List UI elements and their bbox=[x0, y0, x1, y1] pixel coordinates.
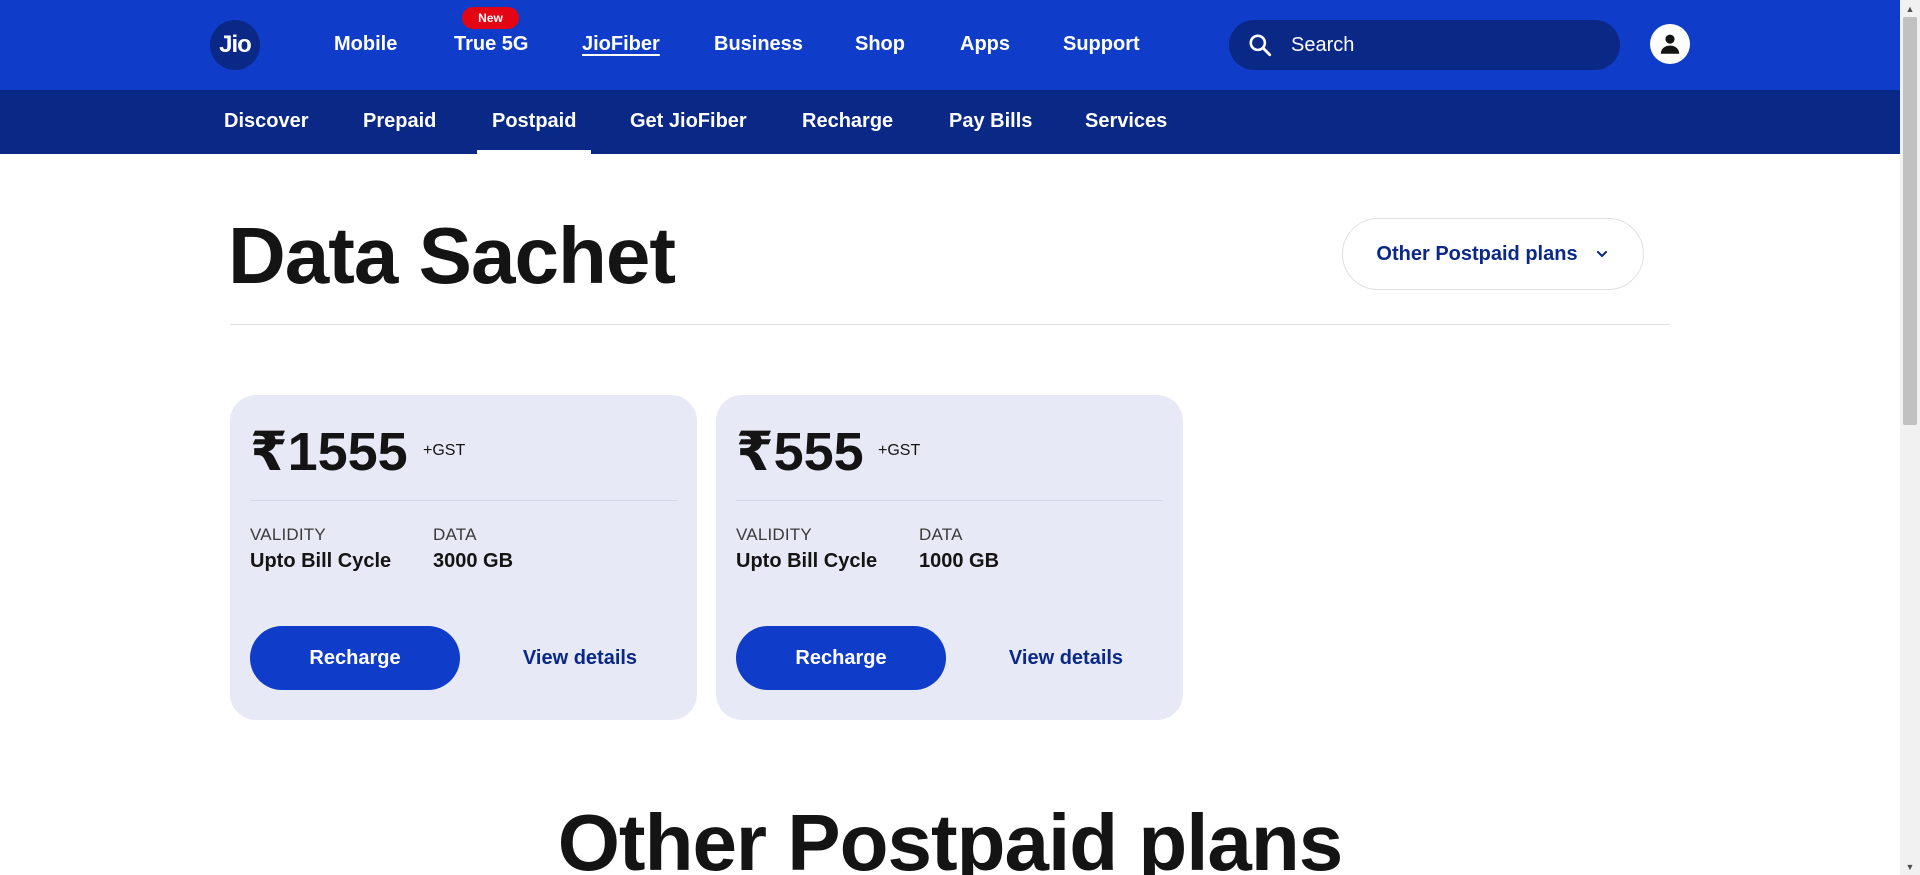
section-title: Other Postpaid plans bbox=[557, 798, 1344, 875]
profile-button[interactable] bbox=[1650, 24, 1690, 64]
subnav-item-postpaid[interactable]: Postpaid bbox=[492, 110, 576, 133]
active-tab-indicator bbox=[477, 150, 591, 154]
validity-value: Upto Bill Cycle bbox=[736, 550, 878, 572]
user-icon bbox=[1660, 34, 1680, 54]
page-scrollbar[interactable]: ▲ ▼ bbox=[1900, 0, 1920, 875]
nav-item-shop[interactable]: Shop bbox=[855, 33, 905, 56]
card-divider bbox=[736, 500, 1163, 501]
plan-price: ₹1555 bbox=[250, 422, 408, 482]
nav-item-mobile[interactable]: Mobile bbox=[334, 33, 397, 56]
nav-item-business[interactable]: Business bbox=[714, 33, 803, 56]
jio-logo[interactable]: Jio bbox=[210, 20, 260, 70]
nav-item-apps[interactable]: Apps bbox=[960, 33, 1010, 56]
gst-label: +GST bbox=[423, 442, 466, 459]
dropdown-label: Other Postpaid plans bbox=[1376, 242, 1578, 265]
new-badge: New bbox=[462, 7, 519, 29]
validity-label: VALIDITY bbox=[250, 525, 326, 544]
other-plans-dropdown[interactable]: Other Postpaid plans bbox=[1342, 218, 1644, 290]
plan-card: ₹555 +GST VALIDITY Upto Bill Cycle DATA … bbox=[716, 395, 1183, 720]
nav-item-jiofiber[interactable]: JioFiber bbox=[582, 33, 660, 56]
search-box[interactable]: Search bbox=[1229, 20, 1620, 70]
validity-value: Upto Bill Cycle bbox=[250, 550, 392, 572]
card-divider bbox=[250, 500, 677, 501]
top-header: Jio Mobile New True 5G JioFiber Business… bbox=[0, 0, 1900, 90]
subnav-item-discover[interactable]: Discover bbox=[224, 110, 309, 133]
scroll-down-arrow-icon[interactable]: ▼ bbox=[1900, 858, 1920, 875]
subnav-item-get-jiofiber[interactable]: Get JioFiber bbox=[630, 110, 747, 133]
gst-label: +GST bbox=[878, 442, 921, 459]
plan-card: ₹1555 +GST VALIDITY Upto Bill Cycle DATA… bbox=[230, 395, 697, 720]
recharge-button[interactable]: Recharge bbox=[250, 626, 460, 690]
nav-item-support[interactable]: Support bbox=[1063, 33, 1140, 56]
view-details-link[interactable]: View details bbox=[971, 626, 1161, 690]
title-divider bbox=[230, 324, 1670, 325]
subnav-item-recharge[interactable]: Recharge bbox=[802, 110, 893, 133]
data-label: DATA bbox=[433, 525, 477, 544]
subnav-item-prepaid[interactable]: Prepaid bbox=[363, 110, 436, 133]
nav-item-true-5g[interactable]: True 5G bbox=[454, 33, 528, 56]
plan-price: ₹555 bbox=[736, 422, 864, 482]
subnav-item-services[interactable]: Services bbox=[1085, 110, 1167, 133]
chevron-down-icon bbox=[1596, 251, 1607, 257]
view-details-link[interactable]: View details bbox=[485, 626, 675, 690]
validity-label: VALIDITY bbox=[736, 525, 812, 544]
data-value: 1000 GB bbox=[919, 550, 1000, 572]
scroll-up-arrow-icon[interactable]: ▲ bbox=[1900, 0, 1920, 17]
secondary-nav: Discover Prepaid Postpaid Get JioFiber R… bbox=[0, 90, 1900, 154]
page-title: Data Sachet bbox=[228, 211, 676, 300]
recharge-button[interactable]: Recharge bbox=[736, 626, 946, 690]
search-input[interactable]: Search bbox=[1291, 34, 1354, 57]
data-label: DATA bbox=[919, 525, 963, 544]
scrollbar-thumb[interactable] bbox=[1903, 17, 1917, 425]
data-value: 3000 GB bbox=[433, 550, 514, 572]
subnav-item-pay-bills[interactable]: Pay Bills bbox=[949, 110, 1032, 133]
search-icon bbox=[1249, 34, 1272, 57]
